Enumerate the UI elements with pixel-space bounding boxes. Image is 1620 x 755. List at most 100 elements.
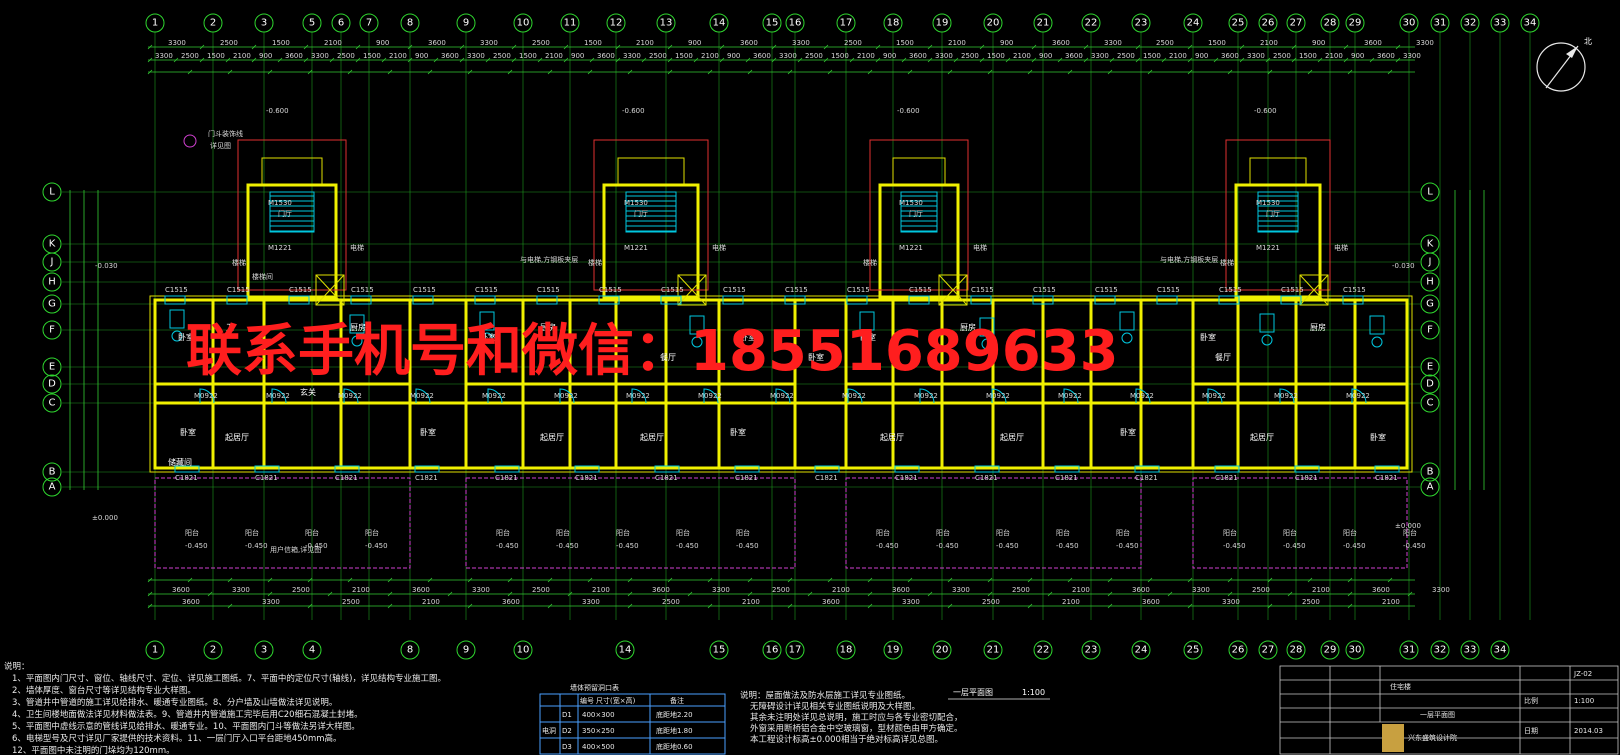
axis-label-left: H — [48, 277, 56, 288]
level-mark: -0.450 — [1056, 542, 1079, 550]
door-tag: M1221 — [1256, 244, 1280, 252]
stair-label: 楼梯 — [588, 258, 602, 267]
axis-label-bottom: 15 — [713, 645, 726, 656]
drawing-number: JZ-02 — [1573, 670, 1592, 678]
dimension-text: 3300 — [1091, 52, 1109, 60]
window-tag: C1515 — [227, 286, 250, 294]
room-label-balcony: 阳台 — [365, 528, 379, 537]
room-label-bedroom: 卧室 — [1120, 427, 1136, 437]
level-mark: -0.450 — [736, 542, 759, 550]
elevator-label: 电梯 — [350, 243, 364, 252]
level-mark: -0.450 — [1343, 542, 1366, 550]
dimension-text: 3600 — [1065, 52, 1083, 60]
level-mark: -0.450 — [1223, 542, 1246, 550]
dimension-text: 900 — [883, 52, 896, 60]
dimension-text: 3300 — [262, 598, 280, 606]
elevator-label: 电梯 — [973, 243, 987, 252]
dimension-text: 3300 — [155, 52, 173, 60]
dimension-text: 2500 — [1117, 52, 1135, 60]
door-tag: M0922 — [194, 392, 218, 400]
room-label-foyer: 门厅 — [278, 209, 292, 218]
window-tag: C1515 — [1219, 286, 1242, 294]
callout-text: 与电梯,方钢板夹层 — [520, 255, 578, 264]
window-tag: C1515 — [351, 286, 374, 294]
room-label-bedroom: 卧室 — [1200, 332, 1216, 342]
axis-label-top: 25 — [1232, 18, 1245, 29]
door-tag: M0922 — [1202, 392, 1226, 400]
axis-label-top: 33 — [1494, 18, 1507, 29]
dimension-text: 3600 — [172, 586, 190, 594]
level-mark: -0.450 — [936, 542, 959, 550]
dimension-text: 3600 — [1052, 39, 1070, 47]
opening-table-cell: 底距地1.80 — [656, 726, 693, 735]
dimension-text: 3300 — [1403, 52, 1421, 60]
level-mark: -0.600 — [897, 107, 920, 115]
mid-note-line: 说明：屋面做法及防水层施工详见专业图纸。 — [740, 690, 910, 701]
window-tag: C1821 — [255, 474, 278, 482]
window-tag: C1821 — [1295, 474, 1318, 482]
dimension-text: 3600 — [412, 586, 430, 594]
axis-label-top: 31 — [1434, 18, 1447, 29]
dimension-text: 2100 — [389, 52, 407, 60]
dimension-text: 2100 — [948, 39, 966, 47]
window-tag: C1821 — [1135, 474, 1158, 482]
door-tag: M0922 — [338, 392, 362, 400]
dimension-text: 1500 — [896, 39, 914, 47]
level-mark: -0.450 — [676, 542, 699, 550]
window-tag: C1515 — [413, 286, 436, 294]
room-label-balcony: 阳台 — [496, 528, 510, 537]
axis-label-bottom: 30 — [1349, 645, 1362, 656]
axis-label-left: B — [49, 467, 56, 478]
axis-label-bottom: 31 — [1403, 645, 1416, 656]
room-label-balcony: 阳台 — [305, 528, 319, 537]
axis-label-bottom: 26 — [1232, 645, 1245, 656]
callout-text: 用户信箱,详见图 — [270, 545, 321, 554]
callout-text: 详见图 — [210, 141, 231, 150]
axis-label-bottom: 14 — [619, 645, 632, 656]
room-label-balcony: 阳台 — [245, 528, 259, 537]
elevator-label: 电梯 — [1334, 243, 1348, 252]
opening-table-cell: 400×300 — [582, 711, 615, 719]
axis-label-right: J — [1428, 257, 1432, 268]
opening-table-title: 墙体预留洞口表 — [570, 683, 619, 692]
door-tag: M0922 — [770, 392, 794, 400]
room-label-balcony: 阳台 — [1223, 528, 1237, 537]
axis-label-bottom: 32 — [1434, 645, 1447, 656]
axis-label-top: 19 — [936, 18, 949, 29]
dimension-text: 2500 — [493, 52, 511, 60]
dimension-text: 2500 — [1012, 586, 1030, 594]
window-tag: C1821 — [1055, 474, 1078, 482]
window-tag: C1821 — [575, 474, 598, 482]
axis-label-bottom: 18 — [840, 645, 853, 656]
dimension-text: 2100 — [742, 598, 760, 606]
dimension-text: 2500 — [532, 39, 550, 47]
room-label-living: 起居厅 — [225, 433, 249, 442]
window-tag: C1515 — [785, 286, 808, 294]
room-label-living: 起居厅 — [1250, 433, 1274, 442]
dimension-text: 2100 — [832, 586, 850, 594]
dimension-text: 3300 — [935, 52, 953, 60]
dimension-text: 2100 — [1312, 586, 1330, 594]
window-tag: C1821 — [895, 474, 918, 482]
axis-label-top: 22 — [1085, 18, 1098, 29]
door-tag: M1221 — [268, 244, 292, 252]
dimension-text: 1500 — [519, 52, 537, 60]
window-tag: C1515 — [847, 286, 870, 294]
company-name: 兴东盛筑设计院 — [1408, 733, 1457, 742]
dimension-text: 1500 — [1143, 52, 1161, 60]
axis-label-bottom: 9 — [463, 645, 469, 656]
dimension-text: 3300 — [1416, 39, 1434, 47]
door-tag: M0922 — [1274, 392, 1298, 400]
door-tag: M1530 — [268, 199, 292, 207]
dimension-text: 3300 — [779, 52, 797, 60]
mid-note-line: 本工程设计标高±0.000相当于绝对标高详见总图。 — [750, 734, 943, 745]
axis-label-top: 8 — [407, 18, 413, 29]
dimension-text: 2100 — [701, 52, 719, 60]
window-tag: C1515 — [971, 286, 994, 294]
room-label-bedroom: 卧室 — [730, 427, 746, 437]
axis-label-bottom: 20 — [936, 645, 949, 656]
level-mark: -0.450 — [996, 542, 1019, 550]
window-tag: C1515 — [1033, 286, 1056, 294]
axis-label-top: 9 — [463, 18, 469, 29]
dimension-text: 3600 — [652, 586, 670, 594]
